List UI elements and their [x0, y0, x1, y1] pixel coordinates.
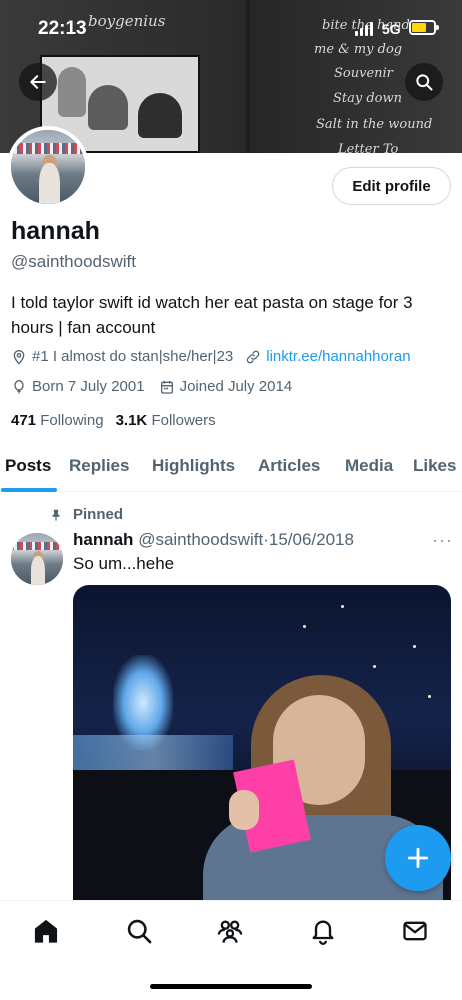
- bottom-navigation: [0, 900, 462, 1000]
- tab-replies[interactable]: Replies: [69, 456, 129, 476]
- pin-icon: [52, 509, 60, 521]
- nav-home[interactable]: [32, 917, 62, 947]
- edit-profile-button[interactable]: Edit profile: [332, 167, 451, 205]
- search-button[interactable]: [405, 63, 443, 101]
- tab-articles[interactable]: Articles: [258, 456, 320, 476]
- follow-stats: 471 Following 3.1K Followers: [11, 412, 216, 429]
- communities-icon: [217, 920, 243, 943]
- plus-icon: [407, 847, 429, 869]
- pinned-label: Pinned: [73, 506, 124, 523]
- pinned-label-row: Pinned: [49, 506, 123, 523]
- birthday-item: Born 7 July 2001: [11, 378, 145, 395]
- home-icon: [34, 919, 58, 943]
- followers-label: Followers: [151, 412, 216, 429]
- following-link[interactable]: 471 Following: [11, 412, 104, 429]
- nav-search[interactable]: [125, 917, 155, 947]
- profile-meta-row: #1 I almost do stan|she/her|23 linktr.ee…: [11, 348, 411, 365]
- tweet-author-name[interactable]: hannah: [73, 530, 133, 549]
- profile-handle: @sainthoodswift: [11, 252, 136, 271]
- network-label: 5G: [382, 21, 401, 37]
- envelope-icon: [403, 921, 427, 941]
- arrow-left-icon: [30, 75, 46, 89]
- location-item: #1 I almost do stan|she/her|23: [11, 348, 233, 365]
- profile-tabs: Posts Replies Highlights Articles Media …: [0, 444, 462, 492]
- tab-media[interactable]: Media: [345, 456, 393, 476]
- tweet-text: So um...hehe: [73, 554, 175, 573]
- tweet-author-handle[interactable]: @sainthoodswift: [138, 530, 263, 549]
- following-count: 471: [11, 412, 37, 429]
- banner-script-text: boygenius: [88, 12, 166, 30]
- banner-script-text: me & my dog: [314, 42, 403, 57]
- battery-icon: [409, 20, 439, 35]
- profile-bio: I told taylor swift id watch her eat pas…: [11, 293, 413, 337]
- joined-text: Joined July 2014: [179, 378, 293, 395]
- bell-icon: [312, 920, 334, 945]
- banner-script-text: Souvenir: [334, 66, 393, 81]
- calendar-icon: [160, 380, 173, 394]
- search-icon: [416, 74, 433, 91]
- location-pin-icon: [13, 349, 25, 365]
- banner-script-text: Letter To: [338, 142, 399, 153]
- tweet-date[interactable]: 15/06/2018: [269, 530, 354, 549]
- tab-posts[interactable]: Posts: [5, 456, 51, 476]
- joined-item: Joined July 2014: [159, 378, 293, 395]
- link-item[interactable]: linktr.ee/hannahhoran: [245, 348, 411, 365]
- search-icon: [127, 919, 152, 944]
- balloon-icon: [14, 379, 24, 394]
- banner-script-text: Salt in the wound: [316, 117, 433, 132]
- banner-script-text: Stay down: [333, 91, 403, 106]
- signal-icon: [355, 22, 377, 36]
- home-indicator[interactable]: [150, 984, 312, 989]
- profile-meta-row-2: Born 7 July 2001 Joined July 2014: [11, 378, 292, 395]
- followers-count: 3.1K: [115, 412, 148, 429]
- status-time: 22:13: [38, 18, 87, 39]
- tweet-avatar[interactable]: [11, 533, 63, 585]
- tweet-header: hannah @sainthoodswift·15/06/2018: [73, 530, 354, 550]
- tab-highlights[interactable]: Highlights: [152, 456, 235, 476]
- more-options-icon[interactable]: ···: [432, 530, 453, 551]
- following-label: Following: [40, 412, 104, 429]
- back-button[interactable]: [19, 63, 57, 101]
- nav-messages[interactable]: [401, 917, 431, 947]
- profile-avatar[interactable]: [7, 126, 89, 208]
- link-icon: [246, 350, 260, 363]
- location-text: #1 I almost do stan|she/her|23: [32, 348, 234, 365]
- born-text: Born 7 July 2001: [32, 378, 145, 395]
- tab-likes[interactable]: Likes: [413, 456, 456, 476]
- profile-page: boygenius bite the hand me & my dog Souv…: [0, 0, 462, 1000]
- active-tab-indicator: [1, 488, 57, 492]
- nav-notifications[interactable]: [309, 917, 339, 947]
- nav-communities[interactable]: [216, 917, 246, 947]
- profile-name: hannah: [11, 217, 100, 245]
- profile-link[interactable]: linktr.ee/hannahhoran: [266, 348, 410, 365]
- followers-link[interactable]: 3.1K Followers: [116, 412, 216, 429]
- compose-button[interactable]: [385, 825, 451, 891]
